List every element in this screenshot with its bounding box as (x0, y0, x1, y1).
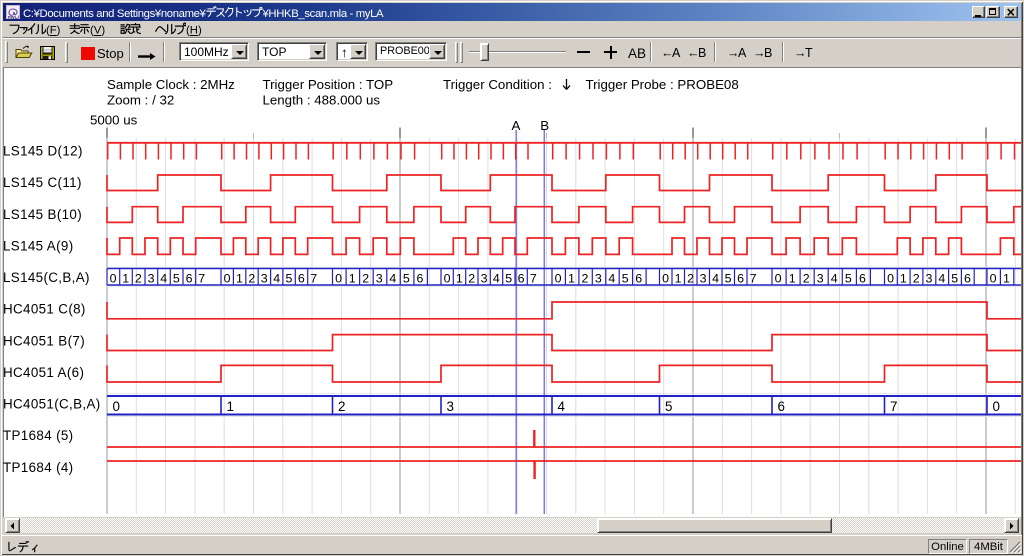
svg-text:0: 0 (662, 271, 669, 285)
svg-text:4: 4 (712, 271, 719, 285)
svg-text:LS145(C,B,A): LS145(C,B,A) (3, 270, 90, 285)
svg-text:7: 7 (310, 271, 317, 285)
svg-text:5: 5 (951, 271, 958, 285)
svg-text:1: 1 (675, 271, 682, 285)
svg-text:2: 2 (803, 271, 810, 285)
svg-text:5: 5 (286, 271, 293, 285)
svg-text:0: 0 (887, 271, 894, 285)
svg-text:4: 4 (493, 271, 500, 285)
svg-text:2: 2 (582, 271, 589, 285)
svg-text:HC4051 A(6): HC4051 A(6) (3, 365, 84, 380)
svg-text:4: 4 (938, 271, 945, 285)
svg-text:Trigger Condition :: Trigger Condition : (443, 77, 552, 92)
svg-text:6: 6 (737, 271, 744, 285)
svg-text:1: 1 (227, 399, 234, 414)
svg-text:5000 us: 5000 us (90, 113, 138, 128)
svg-text:1: 1 (456, 271, 463, 285)
svg-text:6: 6 (186, 271, 193, 285)
svg-text:1: 1 (1003, 271, 1010, 285)
svg-text:TP1684 (5): TP1684 (5) (3, 428, 74, 443)
svg-text:1: 1 (900, 271, 907, 285)
svg-text:1: 1 (236, 271, 243, 285)
svg-text:7: 7 (890, 399, 897, 414)
svg-text:7: 7 (198, 271, 205, 285)
svg-text:3: 3 (700, 271, 707, 285)
svg-text:Length : 488.000 us: Length : 488.000 us (263, 93, 381, 108)
svg-text:5: 5 (845, 271, 852, 285)
svg-text:4: 4 (558, 399, 566, 414)
svg-text:LS145 B(10): LS145 B(10) (3, 207, 82, 222)
svg-text:Sample Clock : 2MHz: Sample Clock : 2MHz (107, 77, 235, 92)
svg-text:1: 1 (122, 271, 129, 285)
svg-text:0: 0 (110, 271, 117, 285)
svg-text:3: 3 (447, 399, 454, 414)
svg-text:2: 2 (687, 271, 694, 285)
svg-text:3: 3 (148, 271, 155, 285)
svg-text:5: 5 (665, 399, 672, 414)
svg-text:6: 6 (417, 271, 424, 285)
svg-text:1: 1 (349, 271, 356, 285)
svg-text:3: 3 (376, 271, 383, 285)
svg-text:0: 0 (113, 399, 120, 414)
svg-text:3: 3 (261, 271, 268, 285)
svg-text:LS145 A(9): LS145 A(9) (3, 238, 74, 253)
svg-text:1: 1 (568, 271, 575, 285)
svg-text:5: 5 (725, 271, 732, 285)
svg-text:4: 4 (160, 271, 167, 285)
svg-text:3: 3 (817, 271, 824, 285)
svg-text:2: 2 (913, 271, 920, 285)
svg-text:3: 3 (595, 271, 602, 285)
svg-text:2: 2 (248, 271, 255, 285)
svg-text:4: 4 (273, 271, 280, 285)
svg-text:0: 0 (993, 399, 1000, 414)
svg-text:0: 0 (990, 271, 997, 285)
svg-text:5: 5 (173, 271, 180, 285)
svg-text:TP1684 (4): TP1684 (4) (3, 460, 74, 475)
svg-text:7: 7 (530, 271, 537, 285)
svg-text:3: 3 (926, 271, 933, 285)
svg-text:HC4051(C,B,A): HC4051(C,B,A) (3, 397, 101, 412)
svg-text:A: A (512, 118, 521, 133)
svg-text:0: 0 (775, 271, 782, 285)
svg-text:3: 3 (481, 271, 488, 285)
svg-text:2: 2 (468, 271, 475, 285)
svg-text:0: 0 (444, 271, 451, 285)
svg-text:B: B (540, 118, 549, 133)
svg-text:Zoom : / 32: Zoom : / 32 (107, 93, 174, 108)
svg-text:4: 4 (608, 271, 615, 285)
svg-text:0: 0 (224, 271, 231, 285)
svg-text:7: 7 (750, 271, 757, 285)
svg-text:Trigger Probe : PROBE08: Trigger Probe : PROBE08 (586, 77, 739, 92)
svg-text:6: 6 (778, 399, 785, 414)
svg-text:5: 5 (403, 271, 410, 285)
svg-text:2: 2 (338, 399, 345, 414)
svg-text:4: 4 (389, 271, 396, 285)
svg-text:5: 5 (622, 271, 629, 285)
svg-text:0: 0 (555, 271, 562, 285)
svg-text:6: 6 (298, 271, 305, 285)
svg-text:2: 2 (135, 271, 142, 285)
svg-text:5: 5 (505, 271, 512, 285)
svg-text:4: 4 (831, 271, 838, 285)
svg-text:HC4051 C(8): HC4051 C(8) (3, 302, 86, 317)
svg-text:6: 6 (964, 271, 971, 285)
svg-text:1: 1 (789, 271, 796, 285)
svg-text:6: 6 (635, 271, 642, 285)
svg-text:6: 6 (518, 271, 525, 285)
svg-text:HC4051 B(7): HC4051 B(7) (3, 333, 85, 348)
svg-text:6: 6 (859, 271, 866, 285)
svg-text:LS145 D(12): LS145 D(12) (3, 143, 83, 158)
svg-text:Trigger Position : TOP: Trigger Position : TOP (263, 77, 394, 92)
svg-text:2: 2 (362, 271, 369, 285)
svg-text:LS145 C(11): LS145 C(11) (3, 175, 82, 190)
svg-text:0: 0 (335, 271, 342, 285)
